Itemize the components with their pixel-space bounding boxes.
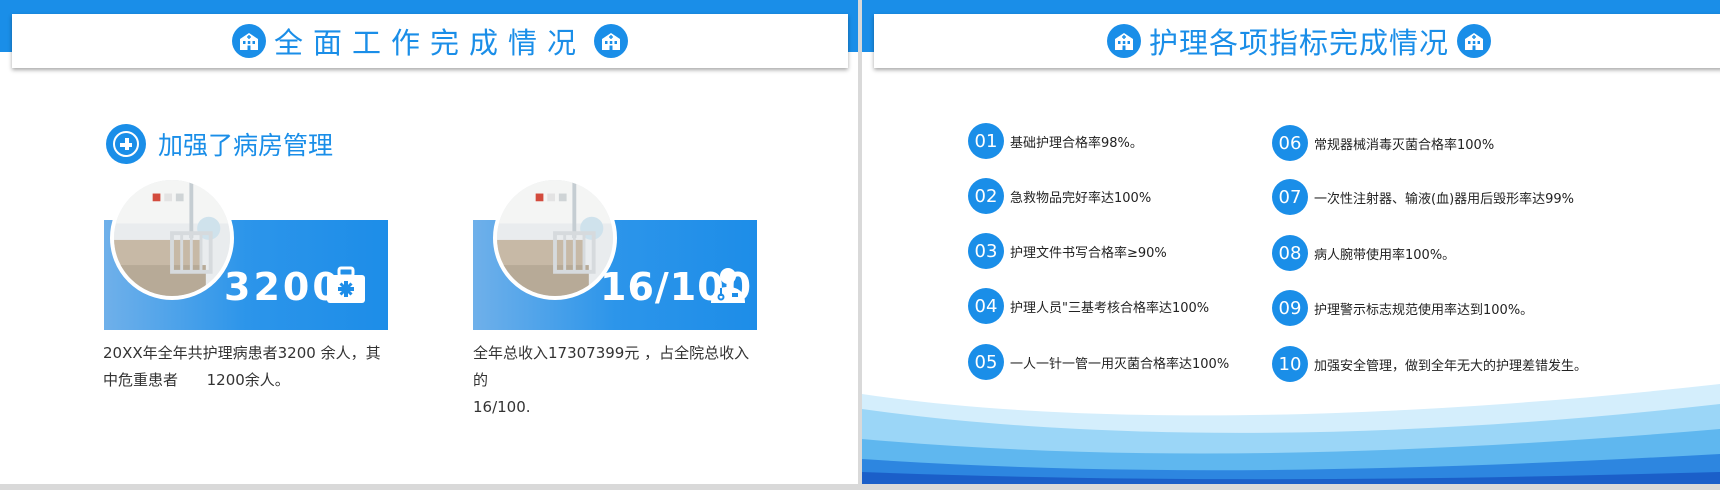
presentation-stage: 全面工作完成情况 加强了病房管理 3200 20XX年全年共护理病患者3200 …: [0, 0, 1720, 490]
hospital-icon: [1457, 24, 1491, 58]
stat-description-income: 全年总收入17307399元 ，占全院总收入的 16/100.: [473, 344, 750, 416]
list-item: 08 病人腕带使用率100%。: [1272, 235, 1455, 271]
item-number: 10: [1272, 346, 1308, 382]
item-number: 07: [1272, 179, 1308, 215]
item-number: 08: [1272, 235, 1308, 271]
list-item: 05 一人一针一管一用灭菌合格率达100%: [968, 344, 1229, 380]
section-title: 加强了病房管理: [158, 131, 334, 160]
slide-work-completion[interactable]: 全面工作完成情况 加强了病房管理 3200 20XX年全年共护理病患者3200 …: [0, 0, 858, 484]
item-text: 护理警示标志规范使用率达到100%。: [1314, 302, 1534, 318]
list-item: 03 护理文件书写合格率≥90%: [968, 233, 1167, 269]
list-item: 04 护理人员"三基考核合格率达100%: [968, 288, 1209, 324]
item-text: 一次性注射器、输液(血)器用后毁形率达99%: [1314, 191, 1575, 207]
page-title: 护理各项指标完成情况: [1148, 26, 1449, 60]
medical-kit-icon: [327, 266, 365, 303]
list-item: 07 一次性注射器、输液(血)器用后毁形率达99%: [1272, 179, 1574, 215]
page-title: 全面工作完成情况: [273, 26, 586, 60]
title-bar: 全面工作完成情况: [12, 14, 848, 68]
item-number: 09: [1272, 290, 1308, 326]
list-item: 06 常规器械消毒灭菌合格率100%: [1272, 125, 1494, 161]
item-number: 02: [968, 178, 1004, 214]
item-text: 急救物品完好率达100%: [1010, 190, 1152, 206]
item-text: 护理人员"三基考核合格率达100%: [1010, 300, 1210, 316]
slide-nursing-indicators[interactable]: 护理各项指标完成情况 01 基础护理合格率98%。 02 急救物品完好率达100…: [862, 0, 1720, 484]
ward-photo: [110, 176, 234, 300]
list-item: 01 基础护理合格率98%。: [968, 123, 1143, 159]
title-bar: 护理各项指标完成情况: [874, 14, 1720, 68]
item-text: 加强安全管理，做到全年无大的护理差错发生。: [1314, 358, 1588, 374]
stat-value-patients: 3200: [224, 265, 342, 309]
item-number: 06: [1272, 125, 1308, 161]
item-text: 基础护理合格率98%。: [1010, 135, 1143, 151]
hospital-icon: [594, 24, 628, 58]
list-item: 09 护理警示标志规范使用率达到100%。: [1272, 290, 1533, 326]
ward-photo: [493, 176, 617, 300]
wave-decoration: [862, 384, 1720, 484]
section-heading: 加强了病房管理: [106, 124, 333, 164]
stat-description-patients: 20XX年全年共护理病患者3200 余人，其 中危重患者 1200余人。: [103, 344, 381, 389]
medical-plus-icon: [106, 124, 146, 164]
item-text: 护理文件书写合格率≥90%: [1010, 245, 1167, 261]
item-number: 01: [968, 123, 1004, 159]
doctor-icon: [711, 268, 745, 303]
item-number: 03: [968, 233, 1004, 269]
hospital-icon: [1106, 24, 1141, 58]
item-number: 04: [968, 288, 1004, 324]
item-text: 一人一针一管一用灭菌合格率达100%: [1010, 356, 1230, 372]
list-item: 02 急救物品完好率达100%: [968, 178, 1151, 214]
hospital-icon: [231, 24, 266, 58]
list-item: 10 加强安全管理，做到全年无大的护理差错发生。: [1272, 346, 1587, 382]
item-number: 05: [968, 344, 1004, 380]
item-text: 常规器械消毒灭菌合格率100%: [1314, 137, 1495, 153]
item-text: 病人腕带使用率100%。: [1314, 247, 1456, 263]
